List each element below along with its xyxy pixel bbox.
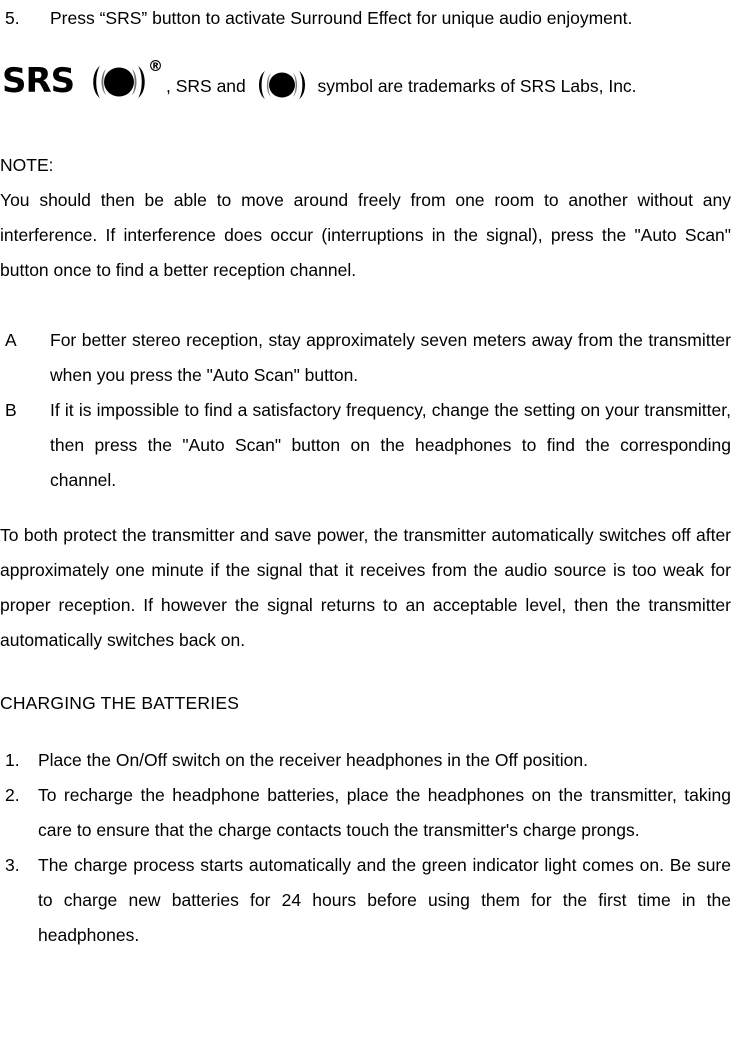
list-item: 1. Place the On/Off switch on the receiv… — [0, 743, 731, 778]
list-item-text: The charge process starts automatically … — [38, 855, 731, 945]
list-item: 3. The charge process starts automatical… — [0, 848, 731, 953]
list-item-text: Place the On/Off switch on the receiver … — [38, 750, 588, 770]
note-label: NOTE: — [0, 155, 54, 175]
list-marker: B — [5, 400, 17, 420]
trademark-text: , SRS and symbol are trademarks of SRS L… — [166, 69, 637, 104]
srs-speaker-symbol-icon-inline — [258, 71, 305, 99]
list-marker: 1. — [5, 750, 20, 770]
list-item-text: Press “SRS” button to activate Surround … — [50, 8, 633, 28]
registered-trademark-icon: ® — [148, 57, 163, 75]
note-section: NOTE: You should then be able to move ar… — [0, 148, 731, 288]
list-item-text: To recharge the headphone batteries, pla… — [38, 785, 731, 840]
section-heading-charging: CHARGING THE BATTERIES — [0, 693, 240, 713]
list-marker: 3. — [5, 855, 20, 875]
list-marker: A — [5, 330, 17, 350]
charging-steps-list: 1. Place the On/Off switch on the receiv… — [0, 743, 731, 953]
srs-speaker-symbol-icon — [93, 66, 145, 98]
trademark-text-before: , SRS and — [166, 76, 246, 96]
list-item-text: For better stereo reception, stay approx… — [50, 330, 731, 385]
list-marker: 2. — [5, 785, 20, 805]
list-item: B If it is impossible to find a satisfac… — [0, 393, 731, 498]
list-item-step-5: 5. Press “SRS” button to activate Surrou… — [0, 1, 731, 36]
transmitter-power-paragraph: To both protect the transmitter and save… — [0, 525, 731, 650]
trademark-notice: SRS ® , SRS and symbol are trademarks of… — [0, 46, 731, 104]
trademark-text-after: symbol are trademarks of SRS Labs, Inc. — [317, 76, 637, 96]
list-item: A For better stereo reception, stay appr… — [0, 323, 731, 393]
document-page: 5. Press “SRS” button to activate Surrou… — [0, 1, 731, 1054]
list-item: 2. To recharge the headphone batteries, … — [0, 778, 731, 848]
lettered-list: A For better stereo reception, stay appr… — [0, 323, 731, 498]
srs-logo-wordmark: SRS — [2, 61, 75, 101]
note-body: You should then be able to move around f… — [0, 190, 731, 280]
srs-logo-icon: SRS ® — [0, 57, 166, 104]
list-item-text: If it is impossible to find a satisfacto… — [50, 400, 731, 490]
list-marker: 5. — [5, 8, 20, 28]
